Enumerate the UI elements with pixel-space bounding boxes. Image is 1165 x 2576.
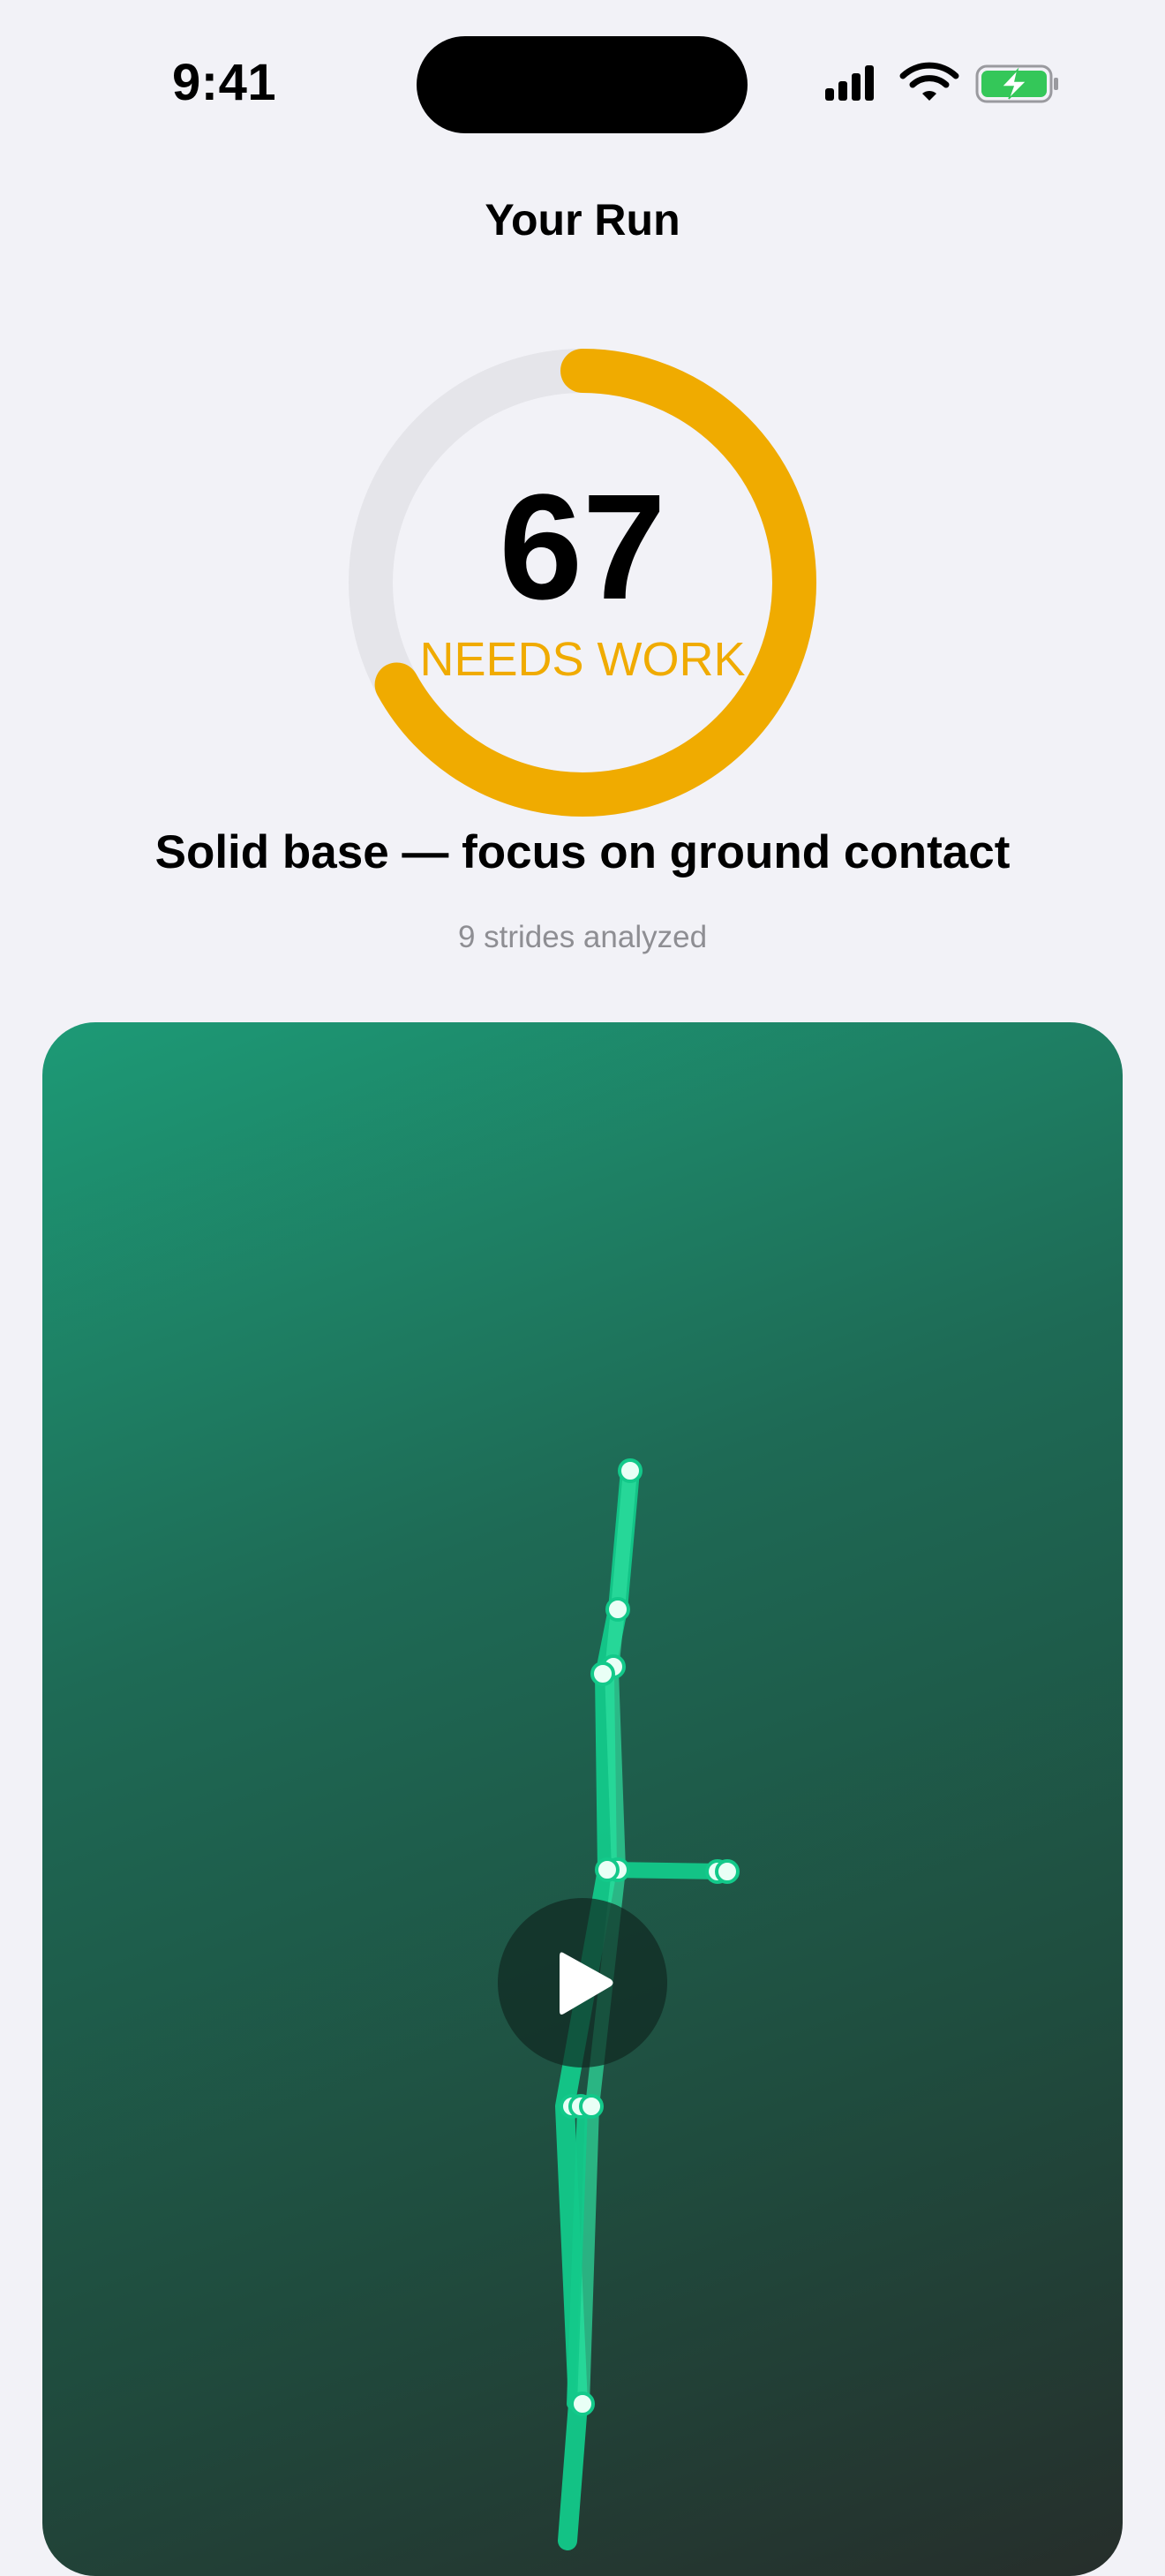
score-rating-label: NEEDS WORK bbox=[419, 633, 746, 686]
strides-analyzed-text: 9 strides analyzed bbox=[457, 920, 708, 954]
run-video-player[interactable] bbox=[42, 1022, 1123, 2576]
joint-hand bbox=[715, 1859, 740, 1884]
score-value: 67 bbox=[499, 463, 666, 631]
dynamic-island bbox=[417, 36, 748, 133]
page-title: Your Run bbox=[485, 195, 680, 245]
score-ring: 67 NEEDS WORK bbox=[349, 349, 816, 817]
play-icon bbox=[560, 1952, 613, 2015]
status-time: 9:41 bbox=[172, 54, 277, 111]
joint-neck bbox=[605, 1597, 630, 1622]
joint-shoulder bbox=[590, 1661, 615, 1686]
joint-knee bbox=[579, 2094, 604, 2119]
summary-headline: Solid base — focus on ground contact bbox=[154, 826, 1011, 878]
joint-head bbox=[618, 1458, 643, 1483]
cellular-signal-icon bbox=[825, 65, 874, 101]
status-icons bbox=[825, 62, 1064, 106]
battery-charging-icon bbox=[975, 64, 1058, 103]
status-bar: 9:41 bbox=[0, 0, 1165, 177]
pose-skeleton-overlay bbox=[555, 1458, 740, 2550]
wifi-icon bbox=[899, 62, 959, 101]
joint-hip bbox=[595, 1857, 620, 1882]
play-button[interactable] bbox=[498, 1898, 667, 2068]
joint-ankle bbox=[570, 2391, 595, 2416]
